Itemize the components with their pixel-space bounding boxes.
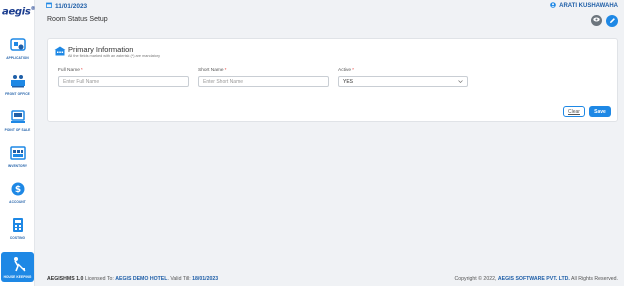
sidebar-item-label: APPLICATION bbox=[6, 56, 29, 60]
pencil-icon bbox=[609, 17, 616, 26]
sidebar-item-label: ACCOUNT bbox=[9, 200, 26, 204]
sidebar-item-label: HOUSE KEEPING bbox=[3, 275, 32, 279]
sidebar-item-point-of-sale[interactable]: POINT OF SALE bbox=[0, 108, 35, 142]
company-link[interactable]: AEGIS SOFTWARE PVT. LTD. bbox=[498, 276, 570, 282]
date-text: 11/01/2023 bbox=[55, 2, 88, 10]
view-button[interactable] bbox=[591, 15, 602, 26]
card-title: Primary Information bbox=[68, 45, 134, 54]
clear-button[interactable]: Clear bbox=[563, 106, 585, 117]
page-title: Room Status Setup bbox=[47, 16, 108, 23]
full-name-input[interactable] bbox=[58, 76, 189, 87]
costing-icon bbox=[9, 216, 27, 234]
active-select[interactable]: YES bbox=[338, 76, 468, 87]
pos-icon bbox=[9, 108, 27, 126]
sidebar-item-costing[interactable]: COSTING bbox=[0, 216, 35, 250]
eye-icon bbox=[593, 17, 600, 24]
short-name-input[interactable] bbox=[198, 76, 329, 87]
user-icon bbox=[550, 2, 556, 10]
sidebar-item-inventory[interactable]: INVENTORY bbox=[0, 144, 35, 178]
full-name-label: Full Name* bbox=[58, 68, 83, 73]
short-name-label: Short Name* bbox=[198, 68, 227, 73]
sidebar-item-front-office[interactable]: FRONT OFFICE bbox=[0, 72, 35, 106]
sidebar-item-label: POINT OF SALE bbox=[4, 128, 31, 132]
front-office-icon bbox=[9, 72, 27, 90]
calendar-icon bbox=[46, 2, 52, 10]
svg-text:$: $ bbox=[14, 185, 20, 195]
topbar: 11/01/2023 ARATI KUSHAWAHA bbox=[35, 0, 624, 12]
application-icon bbox=[9, 36, 27, 54]
footer-license: AEGISHMS 1.0 Licensed To: AEGIS DEMO HOT… bbox=[47, 276, 219, 282]
aegis-logo[interactable]: aegis® bbox=[2, 6, 36, 17]
user-menu[interactable]: ARATI KUSHAWAHA bbox=[550, 2, 618, 10]
sidebar-item-house-keeping[interactable]: HOUSE KEEPING bbox=[1, 252, 34, 282]
save-button[interactable]: Save bbox=[589, 106, 611, 117]
building-icon bbox=[54, 46, 66, 56]
primary-information-card: Primary Information All the fields marke… bbox=[47, 38, 618, 122]
active-label: Active* bbox=[338, 68, 354, 73]
sidebar-item-label: FRONT OFFICE bbox=[5, 92, 30, 96]
user-name: ARATI KUSHAWAHA bbox=[559, 3, 618, 9]
footer-copyright: Copyright © 2022, AEGIS SOFTWARE PVT. LT… bbox=[454, 276, 618, 282]
sidebar-item-application[interactable]: APPLICATION bbox=[0, 36, 35, 70]
inventory-icon bbox=[9, 144, 27, 162]
sidebar-item-label: INVENTORY bbox=[7, 164, 28, 168]
active-select-value: YES bbox=[343, 78, 354, 85]
account-icon: $ bbox=[9, 180, 27, 198]
sidebar: aegis® APPLICATION FRONT OFFICE POINT OF… bbox=[0, 0, 36, 286]
valid-till-date: 18/01/2023 bbox=[192, 276, 219, 282]
chevron-down-icon bbox=[458, 79, 463, 85]
current-date: 11/01/2023 bbox=[46, 2, 87, 10]
card-subtitle: All the fields marked with an asterisk (… bbox=[68, 54, 161, 58]
sidebar-item-label: COSTING bbox=[9, 236, 26, 240]
licensee-name: AEGIS DEMO HOTEL bbox=[115, 276, 168, 282]
sidebar-item-account[interactable]: $ ACCOUNT bbox=[0, 180, 35, 214]
house-keeping-icon bbox=[9, 255, 27, 273]
edit-button[interactable] bbox=[606, 15, 618, 27]
